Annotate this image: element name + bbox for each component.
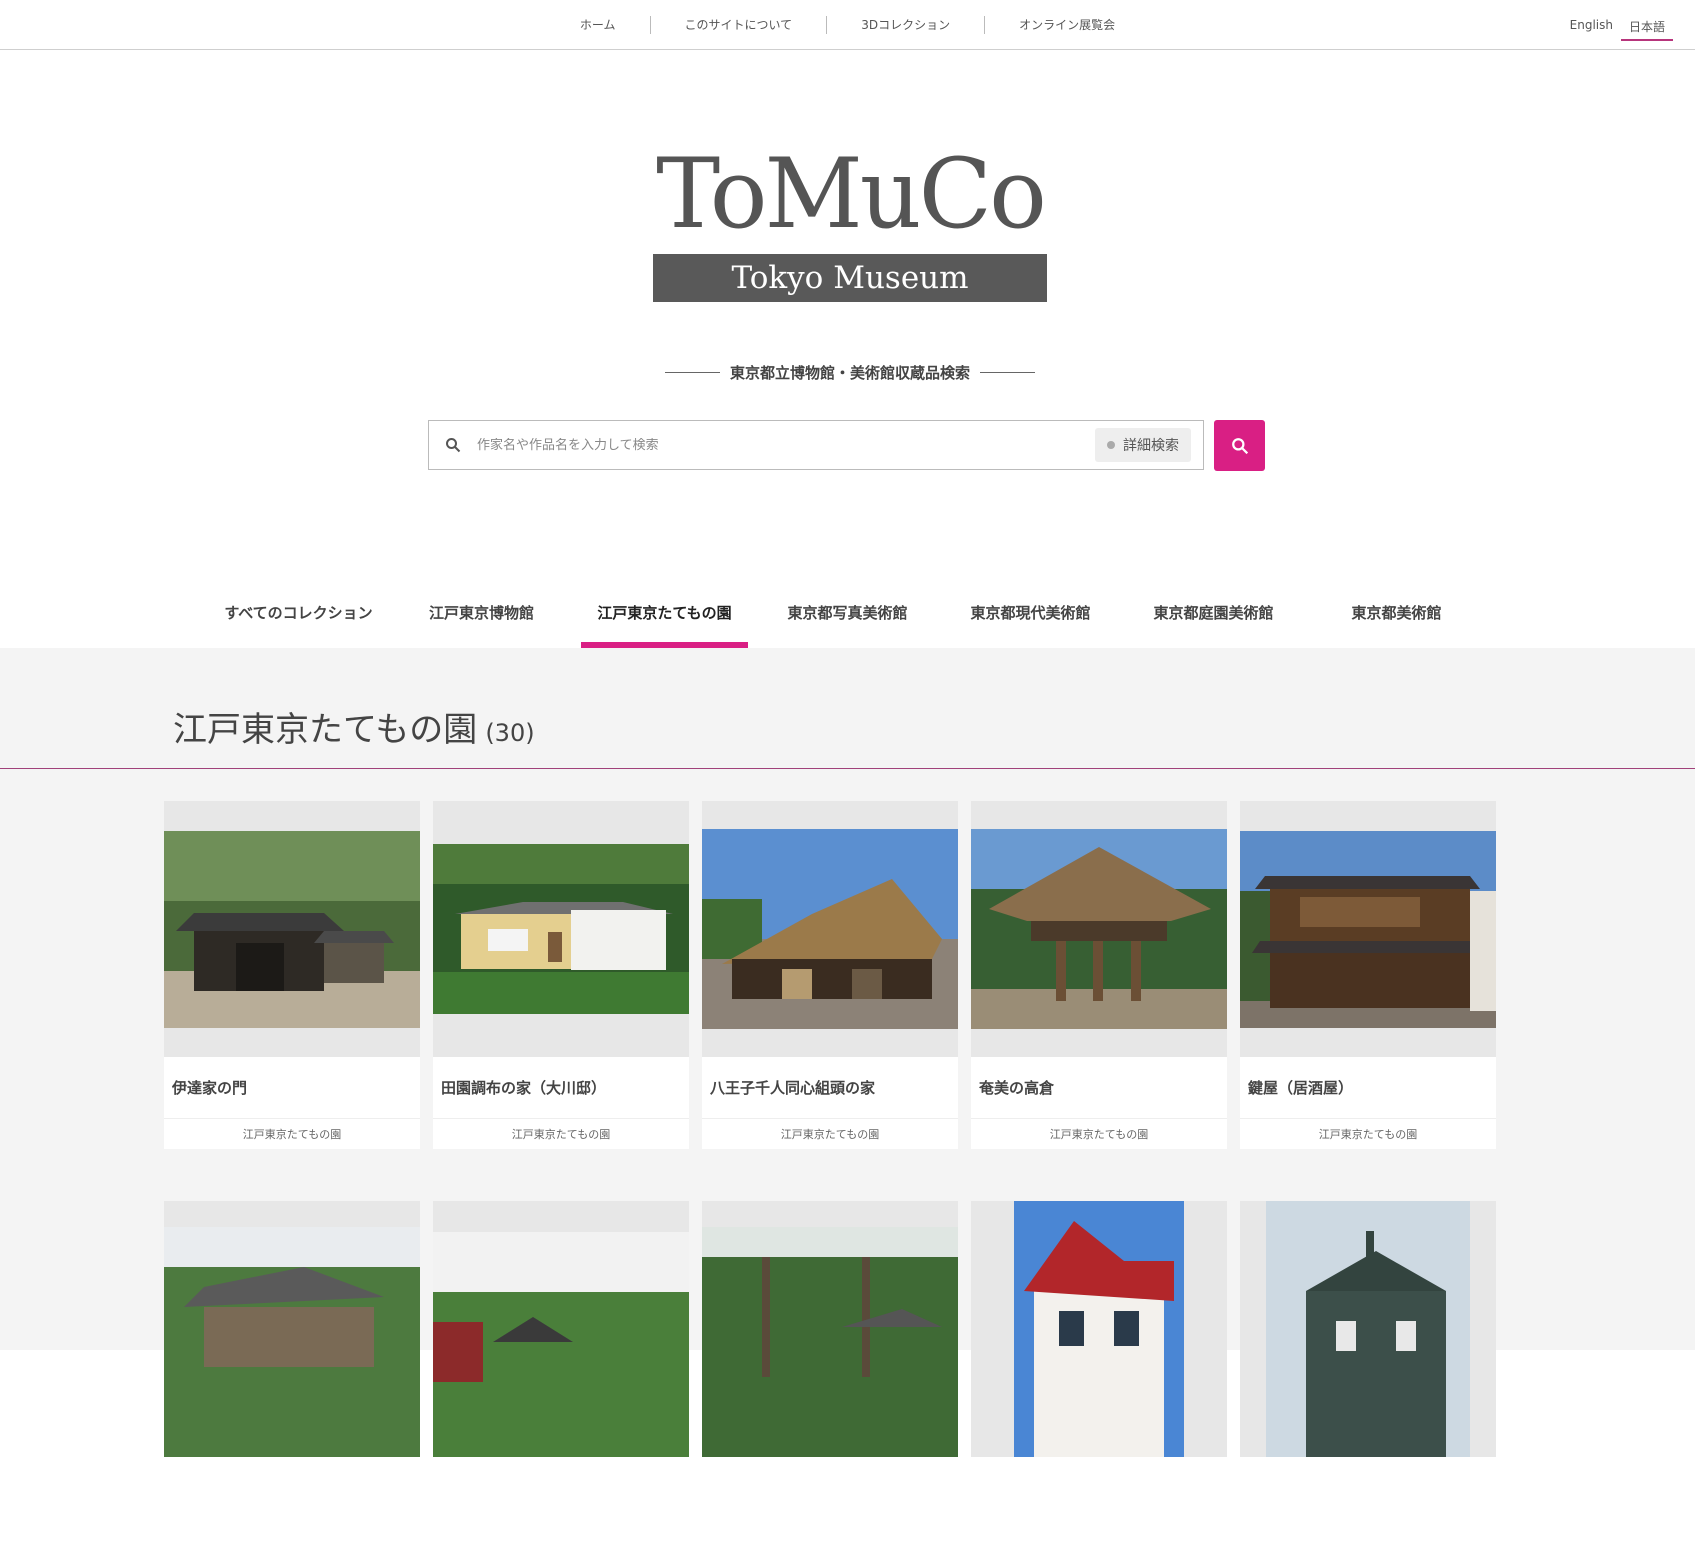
search-submit-button[interactable] <box>1214 420 1265 471</box>
tab-edo-tokyo-museum[interactable]: 江戸東京博物館 <box>390 590 573 648</box>
result-card[interactable]: 伊達家の門 江戸東京たてもの園 <box>164 801 420 1149</box>
nav-3d-collection[interactable]: 3Dコレクション <box>827 16 986 34</box>
language-switcher: English 日本語 <box>1562 14 1673 41</box>
tagline-rule-left <box>664 372 720 373</box>
card-title: 鍵屋（居酒屋） <box>1240 1057 1496 1119</box>
card-image <box>702 801 958 1057</box>
card-institution: 江戸東京たてもの園 <box>780 1128 880 1141</box>
tab-metropolitan-art[interactable]: 東京都美術館 <box>1305 590 1488 648</box>
search-submit-icon <box>1231 437 1248 454</box>
top-links: ホーム このサイトについて 3Dコレクション オンライン展覧会 <box>0 0 1695 50</box>
result-card[interactable]: 八王子千人同心組頭の家 江戸東京たてもの園 <box>702 801 958 1149</box>
card-image <box>1240 1201 1496 1457</box>
tab-all-collections[interactable]: すべてのコレクション <box>207 590 390 648</box>
tagline-text: 東京都立博物館・美術館収蔵品検索 <box>729 364 970 382</box>
nav-online-exhibition[interactable]: オンライン展覧会 <box>985 16 1149 34</box>
result-card[interactable] <box>1240 1201 1496 1549</box>
card-title: 八王子千人同心組頭の家 <box>702 1057 958 1119</box>
tab-teien-art-museum[interactable]: 東京都庭園美術館 <box>1122 590 1305 648</box>
card-image <box>433 1201 689 1457</box>
logo-tagline: 東京都立博物館・美術館収蔵品検索 <box>640 362 1060 383</box>
card-image <box>702 1201 958 1457</box>
results-section: 江戸東京たてもの園 (30) 伊達家の門 江戸東京たてもの園 田園調布の家（大川… <box>0 648 1695 1549</box>
result-card[interactable] <box>971 1201 1227 1549</box>
logo-wordmark: ToMuCo <box>656 138 1047 250</box>
result-card[interactable]: 田園調布の家（大川邸） 江戸東京たてもの園 <box>433 801 689 1149</box>
lang-english[interactable]: English <box>1562 14 1621 41</box>
card-image <box>164 1201 420 1457</box>
site-logo[interactable]: ToMuCo Tokyo Museum Collection 東京都立博物館・美… <box>640 140 1060 383</box>
card-institution: 江戸東京たてもの園 <box>242 1128 342 1141</box>
results-grid: 伊達家の門 江戸東京たてもの園 田園調布の家（大川邸） 江戸東京たてもの園 八王… <box>164 801 1500 1549</box>
advanced-search-button[interactable]: 詳細検索 <box>1095 428 1191 462</box>
results-title: 江戸東京たてもの園 <box>173 710 478 750</box>
advanced-dot-icon <box>1107 441 1115 449</box>
card-title: 田園調布の家（大川邸） <box>433 1057 689 1119</box>
results-count: (30) <box>485 719 535 747</box>
search-input[interactable] <box>477 437 1095 453</box>
results-heading: 江戸東京たてもの園 (30) <box>173 702 535 751</box>
result-card[interactable] <box>433 1201 689 1549</box>
tab-contemporary-art[interactable]: 東京都現代美術館 <box>939 590 1122 648</box>
card-institution: 江戸東京たてもの園 <box>1318 1128 1418 1141</box>
card-image <box>164 801 420 1057</box>
logo-subtitle: Tokyo Museum Collection <box>653 254 1047 344</box>
card-institution: 江戸東京たてもの園 <box>1049 1128 1149 1141</box>
advanced-search-label: 詳細検索 <box>1123 438 1179 454</box>
search-bar: 詳細検索 <box>428 420 1204 470</box>
result-card[interactable] <box>702 1201 958 1549</box>
result-card[interactable] <box>164 1201 420 1549</box>
card-image <box>1240 801 1496 1057</box>
tagline-rule-right <box>980 372 1035 373</box>
result-card[interactable]: 奄美の高倉 江戸東京たてもの園 <box>971 801 1227 1149</box>
tab-edo-tokyo-open-air[interactable]: 江戸東京たてもの園 <box>573 590 756 648</box>
search-icon <box>429 437 477 453</box>
card-image <box>971 801 1227 1057</box>
card-image <box>433 801 689 1057</box>
card-title: 奄美の高倉 <box>971 1057 1227 1119</box>
result-card[interactable]: 鍵屋（居酒屋） 江戸東京たてもの園 <box>1240 801 1496 1149</box>
nav-home[interactable]: ホーム <box>546 16 651 34</box>
section-divider <box>0 768 1695 769</box>
card-image <box>971 1201 1227 1457</box>
tab-photography-museum[interactable]: 東京都写真美術館 <box>756 590 939 648</box>
collection-tabs: すべてのコレクション 江戸東京博物館 江戸東京たてもの園 東京都写真美術館 東京… <box>0 590 1695 648</box>
nav-about[interactable]: このサイトについて <box>651 16 828 34</box>
card-title: 伊達家の門 <box>164 1057 420 1119</box>
top-navigation: ホーム このサイトについて 3Dコレクション オンライン展覧会 English … <box>0 0 1695 50</box>
lang-japanese[interactable]: 日本語 <box>1620 14 1673 41</box>
card-institution: 江戸東京たてもの園 <box>511 1128 611 1141</box>
